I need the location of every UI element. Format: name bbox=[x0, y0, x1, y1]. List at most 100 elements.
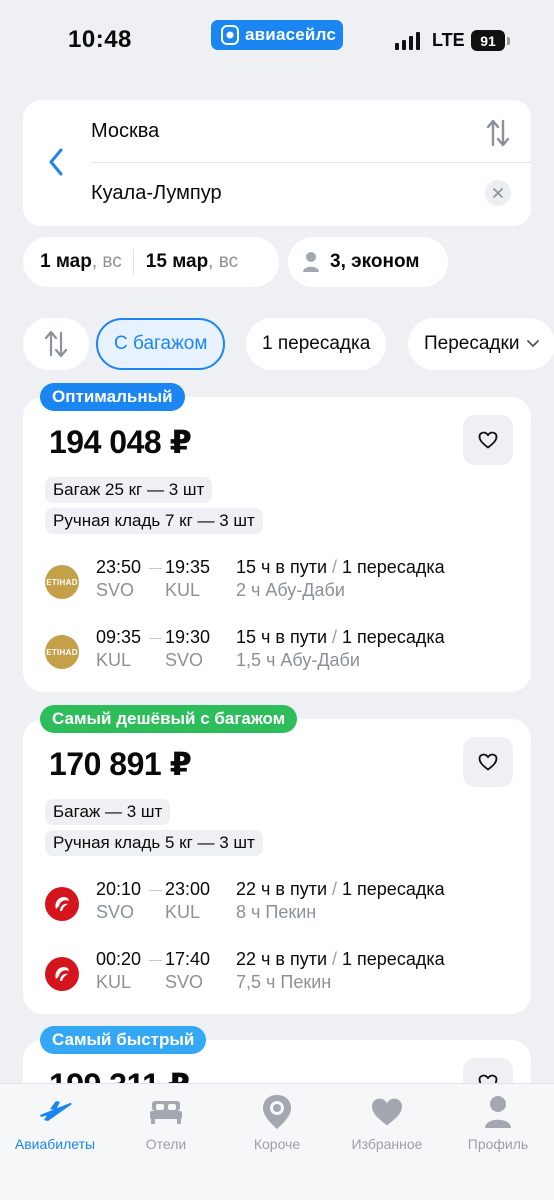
flight-segment-return: 00:20 17:40 KUL SVO 22 ч в пути / 1 пере… bbox=[45, 949, 515, 997]
favorite-button[interactable] bbox=[463, 415, 513, 465]
hand-luggage-tag: Ручная кладь 5 кг — 3 шт bbox=[45, 830, 263, 856]
departure-airport: KUL bbox=[96, 650, 132, 670]
arrival-airport: SVO bbox=[165, 972, 204, 992]
flight-duration: 15 ч в пути / 1 пересадка bbox=[236, 557, 445, 577]
time-dash bbox=[149, 960, 162, 961]
return-date[interactable]: 15 мар, вс bbox=[134, 251, 238, 273]
tab-label: Авиабилеты bbox=[14, 1136, 96, 1152]
back-button[interactable] bbox=[41, 144, 71, 180]
flight-segment-outbound: 20:10 23:00 SVO KUL 22 ч в пути / 1 пере… bbox=[45, 879, 515, 927]
favorite-button[interactable] bbox=[463, 737, 513, 787]
hand-luggage-tag: Ручная кладь 7 кг — 3 шт bbox=[45, 508, 263, 534]
tab-favorites[interactable]: Избранное bbox=[332, 1094, 442, 1152]
ticket-badge-optimal: Оптимальный bbox=[40, 383, 185, 411]
depart-date[interactable]: 1 мар, вс bbox=[23, 251, 122, 273]
tab-hotels[interactable]: Отели bbox=[111, 1094, 221, 1152]
filter-bar: С багажом 1 пересадка Пересадки bbox=[23, 318, 554, 370]
departure-airport: SVO bbox=[96, 902, 135, 922]
status-time: 10:48 bbox=[68, 26, 132, 53]
bed-icon bbox=[148, 1094, 184, 1130]
location-pin-icon bbox=[259, 1094, 295, 1130]
tab-label: Отели bbox=[145, 1136, 187, 1152]
dates-chip[interactable]: 1 мар, вс 15 мар, вс bbox=[23, 237, 279, 287]
tab-label: Избранное bbox=[351, 1136, 423, 1152]
destination-city[interactable]: Куала-Лумпур bbox=[91, 182, 222, 205]
stopover-info: 8 ч Пекин bbox=[236, 902, 317, 922]
origin-city[interactable]: Москва bbox=[91, 120, 159, 143]
stopover-info: 2 ч Абу-Даби bbox=[236, 580, 345, 600]
sort-arrows-icon bbox=[44, 330, 68, 358]
ticket-price: 170 891 ₽ bbox=[49, 746, 192, 782]
battery-tip bbox=[507, 37, 510, 45]
divider bbox=[91, 162, 531, 163]
ticket-card[interactable]: 170 891 ₽ Багаж — 3 шт Ручная кладь 5 кг… bbox=[23, 719, 531, 1014]
passengers-chip[interactable]: 3, эконом bbox=[288, 237, 448, 287]
air-china-logo-icon bbox=[45, 957, 79, 991]
tab-label: Короче bbox=[253, 1136, 301, 1152]
filter-label: С багажом bbox=[114, 333, 208, 354]
tab-bar: Авиабилеты Отели Короче Избранное Профил… bbox=[0, 1083, 554, 1200]
flight-segment-return: ETIHAD 09:35 19:30 KUL SVO 15 ч в пути /… bbox=[45, 627, 515, 675]
stops-text: 1 пересадка bbox=[342, 627, 445, 647]
ticket-badge-fastest: Самый быстрый bbox=[40, 1026, 207, 1054]
stops-text: 1 пересадка bbox=[342, 879, 445, 899]
arrival-time: 19:30 bbox=[165, 627, 211, 647]
time-dash bbox=[149, 890, 162, 891]
tab-flights[interactable]: Авиабилеты bbox=[0, 1094, 110, 1152]
signal-icon bbox=[395, 32, 420, 50]
swap-arrows-icon bbox=[486, 119, 510, 147]
baggage-tag: Багаж — 3 шт bbox=[45, 799, 171, 825]
swap-button[interactable] bbox=[485, 118, 511, 148]
filter-label: Пересадки bbox=[424, 333, 520, 354]
etihad-logo-icon: ETIHAD bbox=[45, 635, 79, 669]
stops-text: 1 пересадка bbox=[342, 557, 445, 577]
ticket-card[interactable]: 194 048 ₽ Багаж 25 кг — 3 шт Ручная клад… bbox=[23, 397, 531, 692]
etihad-logo-icon: ETIHAD bbox=[45, 565, 79, 599]
filter-label: 1 пересадка bbox=[262, 333, 371, 354]
departure-time: 20:10 bbox=[96, 879, 142, 899]
close-icon bbox=[493, 188, 503, 198]
passengers-label: 3, эконом bbox=[330, 251, 420, 272]
time-dash bbox=[149, 568, 162, 569]
ticket-price: 194 048 ₽ bbox=[49, 424, 192, 460]
flight-duration: 22 ч в пути / 1 пересадка bbox=[236, 879, 445, 899]
tab-label: Профиль bbox=[467, 1136, 529, 1152]
return-day-of-week: , вс bbox=[208, 251, 239, 272]
search-card[interactable]: Москва Куала-Лумпур bbox=[23, 100, 531, 226]
brand-badge: авиасейлс bbox=[211, 20, 343, 50]
stopover-info: 1,5 ч Абу-Даби bbox=[236, 650, 360, 670]
arrival-airport: KUL bbox=[165, 580, 201, 600]
duration-text: 22 ч в пути bbox=[236, 949, 328, 969]
flight-segment-outbound: ETIHAD 23:50 19:35 SVO KUL 15 ч в пути /… bbox=[45, 557, 515, 605]
stops-text: 1 пересадка bbox=[342, 949, 445, 969]
arrival-time: 17:40 bbox=[165, 949, 211, 969]
arrival-airport: SVO bbox=[165, 650, 204, 670]
heart-outline-icon bbox=[478, 431, 498, 449]
tab-short[interactable]: Короче bbox=[222, 1094, 332, 1152]
filter-stops-dropdown[interactable]: Пересадки bbox=[408, 318, 554, 370]
arrival-time: 23:00 bbox=[165, 879, 211, 899]
duration-text: 15 ч в пути bbox=[236, 557, 328, 577]
person-icon bbox=[480, 1094, 516, 1130]
return-date-value: 15 мар bbox=[145, 251, 209, 272]
arrival-airport: KUL bbox=[165, 902, 201, 922]
network-type: LTE bbox=[432, 30, 465, 50]
departure-time: 23:50 bbox=[96, 557, 142, 577]
departure-time: 00:20 bbox=[96, 949, 142, 969]
aviasales-logo-icon bbox=[221, 25, 239, 45]
brand-name: авиасейлс bbox=[245, 25, 337, 44]
clear-destination-button[interactable] bbox=[485, 180, 511, 206]
duration-text: 15 ч в пути bbox=[236, 627, 328, 647]
depart-day-of-week: , вс bbox=[91, 251, 122, 272]
filter-one-stop[interactable]: 1 пересадка bbox=[246, 318, 387, 370]
depart-date-value: 1 мар bbox=[40, 251, 92, 272]
sort-button[interactable] bbox=[23, 318, 89, 370]
flight-duration: 15 ч в пути / 1 пересадка bbox=[236, 627, 445, 647]
tab-profile[interactable]: Профиль bbox=[443, 1094, 553, 1152]
duration-text: 22 ч в пути bbox=[236, 879, 328, 899]
time-dash bbox=[149, 638, 162, 639]
ticket-badge-cheapest: Самый дешёвый с багажом bbox=[40, 705, 298, 733]
person-icon bbox=[303, 252, 319, 272]
filter-baggage[interactable]: С багажом bbox=[96, 318, 226, 370]
chevron-down-icon bbox=[527, 340, 540, 348]
